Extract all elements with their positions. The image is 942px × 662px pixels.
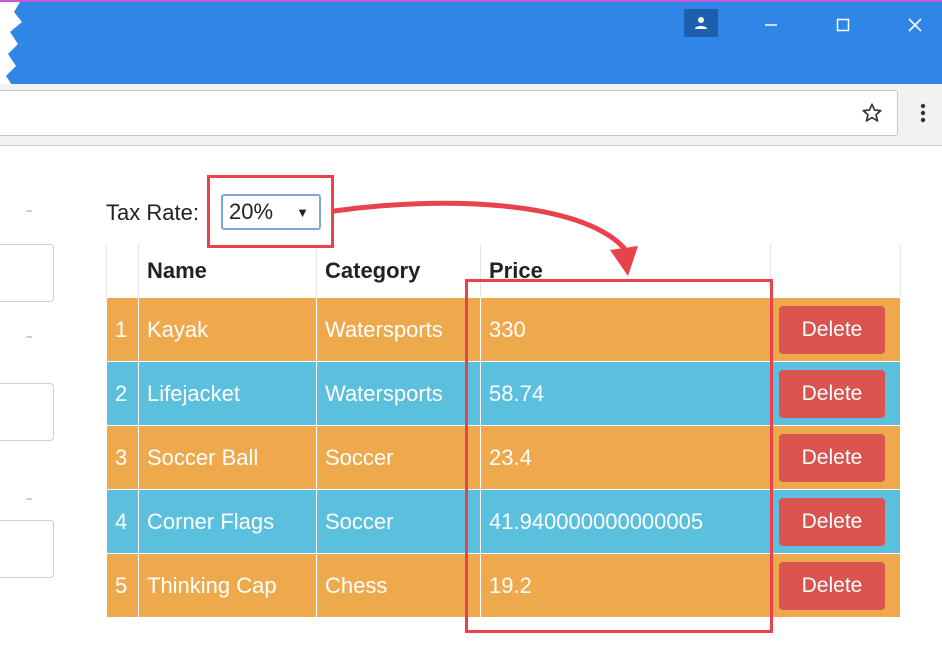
delete-button[interactable]: Delete	[779, 305, 885, 354]
delete-button[interactable]: Delete	[779, 561, 885, 610]
action-cell: Delete	[770, 425, 901, 490]
bookmark-button[interactable]	[852, 95, 892, 131]
minimize-icon	[765, 24, 777, 26]
row-number: 5	[106, 553, 139, 618]
header-name: Name	[138, 244, 317, 298]
product-category: Watersports	[316, 297, 481, 362]
tax-rate-label: Tax Rate:	[106, 200, 199, 225]
action-cell: Delete	[770, 489, 901, 554]
address-bar[interactable]	[0, 90, 898, 136]
title-bar	[0, 0, 942, 102]
more-vert-icon	[920, 103, 926, 123]
row-number: 2	[106, 361, 139, 426]
minimize-button[interactable]	[748, 10, 794, 40]
delete-button[interactable]: Delete	[779, 433, 885, 482]
row-number: 3	[106, 425, 139, 490]
maximize-icon	[836, 18, 850, 32]
cropped-mark	[26, 210, 32, 212]
cropped-mark	[26, 498, 32, 500]
cropped-input-field[interactable]	[0, 244, 54, 302]
product-name: Lifejacket	[138, 361, 317, 426]
close-icon	[908, 18, 922, 32]
cropped-input-field[interactable]	[0, 520, 54, 578]
browser-menu-button[interactable]	[910, 95, 936, 131]
profile-button[interactable]	[684, 9, 718, 37]
profile-icon	[695, 17, 707, 29]
product-category: Chess	[316, 553, 481, 618]
browser-window: Tax Rate: 20% ▼ Name Category Price 1 Ka	[0, 0, 942, 662]
row-number: 4	[106, 489, 139, 554]
product-name: Thinking Cap	[138, 553, 317, 618]
close-button[interactable]	[892, 10, 938, 40]
annotation-highlight-price	[465, 279, 773, 633]
header-number	[106, 244, 139, 298]
annotation-highlight-select	[207, 175, 334, 248]
delete-button[interactable]: Delete	[779, 369, 885, 418]
delete-button[interactable]: Delete	[779, 497, 885, 546]
cropped-mark	[26, 336, 32, 338]
header-actions	[770, 244, 901, 298]
action-cell: Delete	[770, 297, 901, 362]
maximize-button[interactable]	[820, 10, 866, 40]
product-category: Soccer	[316, 489, 481, 554]
star-icon	[862, 103, 882, 122]
product-name: Soccer Ball	[138, 425, 317, 490]
browser-toolbar	[0, 84, 942, 146]
product-name: Kayak	[138, 297, 317, 362]
product-category: Watersports	[316, 361, 481, 426]
action-cell: Delete	[770, 361, 901, 426]
product-category: Soccer	[316, 425, 481, 490]
row-number: 1	[106, 297, 139, 362]
cropped-input-field[interactable]	[0, 383, 54, 441]
action-cell: Delete	[770, 553, 901, 618]
header-category: Category	[316, 244, 481, 298]
product-name: Corner Flags	[138, 489, 317, 554]
